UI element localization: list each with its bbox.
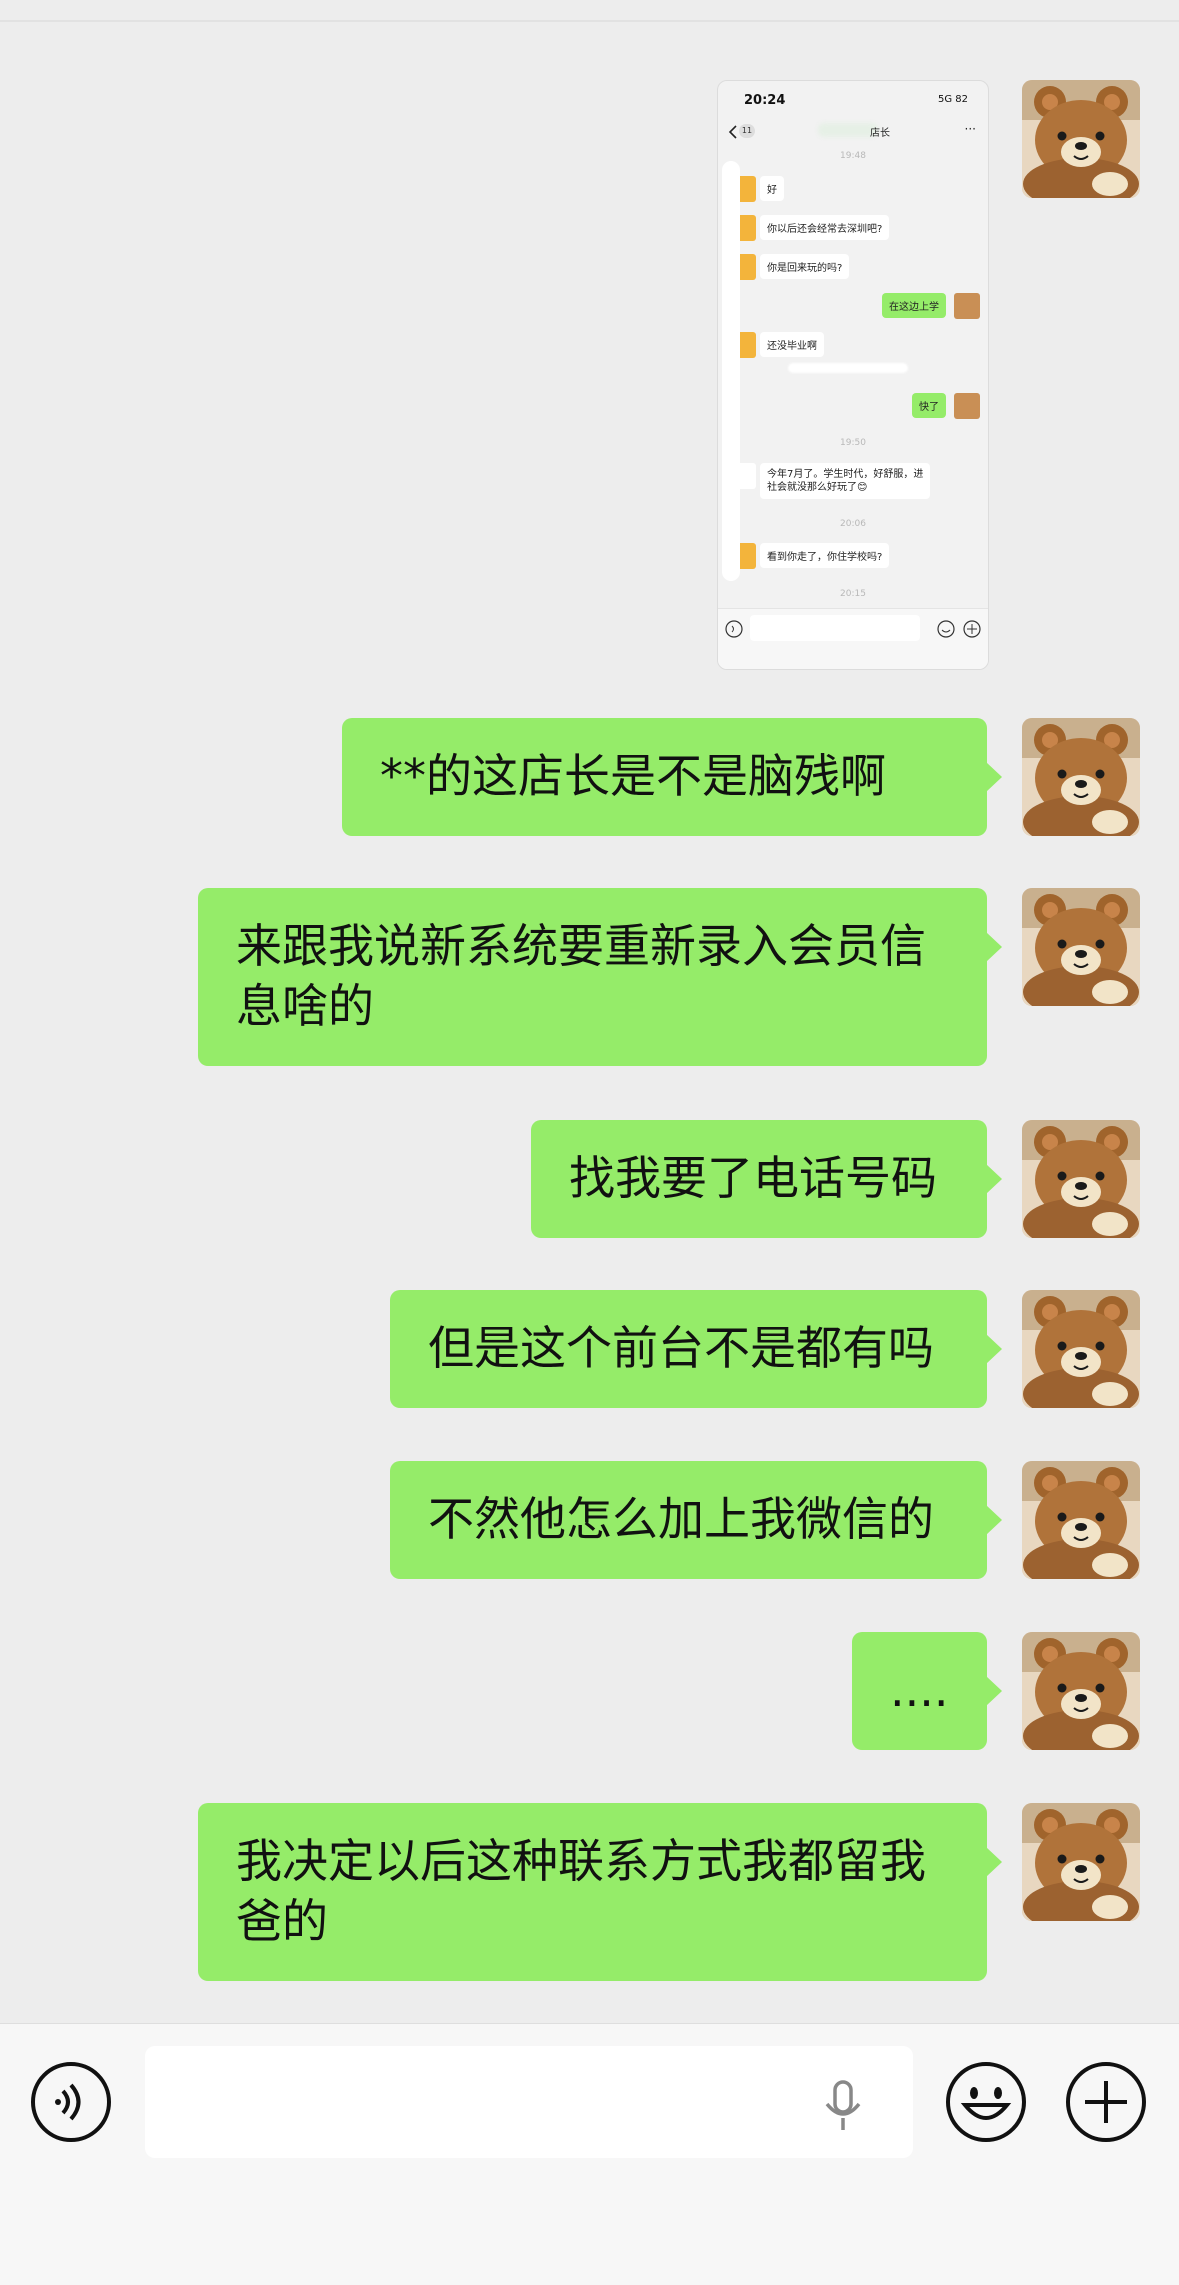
- teddy-bear-avatar-image: [1022, 80, 1140, 198]
- message-bubble[interactable]: ....: [852, 1632, 1002, 1750]
- message-bubble[interactable]: 找我要了电话号码: [531, 1120, 1002, 1238]
- redaction-scribble: [788, 363, 908, 373]
- message-bubble[interactable]: **的这店长是不是脑残啊: [342, 718, 1002, 836]
- inner-input-bar: [718, 608, 988, 669]
- inner-bubble-me: 快了: [912, 393, 946, 418]
- inner-plus-icon: [963, 620, 981, 638]
- teddy-bear-avatar-image: [1022, 718, 1140, 836]
- inner-bubble: 你以后还会经常去深圳吧?: [760, 215, 890, 240]
- inner-avatar-me: [954, 293, 980, 319]
- inner-status-signal: 5G 82: [937, 94, 968, 105]
- input-bar: [0, 2023, 1179, 2285]
- inner-bubble: 今年7月了。学生时代，好舒服，进 社会就没那么好玩了😊: [760, 463, 931, 499]
- inner-text-field: [750, 615, 920, 641]
- message-text: 不然他怎么加上我微信的: [428, 1492, 934, 1546]
- inner-bubble: 看到你走了，你住学校吗?: [760, 543, 890, 568]
- teddy-bear-avatar-image: [1022, 1461, 1140, 1579]
- teddy-bear-avatar-image: [1022, 1120, 1140, 1238]
- inner-bubble: 还没毕业啊: [760, 332, 824, 357]
- message-text: 我决定以后这种联系方式我都留我 爸的: [236, 1834, 926, 1948]
- redacted-name: [818, 123, 878, 137]
- message-text: **的这店长是不是脑残啊: [380, 749, 886, 803]
- message-input[interactable]: [145, 2046, 913, 2158]
- top-divider: [0, 0, 1179, 22]
- inner-avatar-me: [954, 393, 980, 419]
- message-bubble[interactable]: 但是这个前台不是都有吗: [390, 1290, 1002, 1408]
- plus-icon[interactable]: [1065, 2061, 1147, 2143]
- message-text: 但是这个前台不是都有吗: [428, 1321, 934, 1375]
- inner-status-time: 20:24: [744, 93, 786, 108]
- teddy-bear-avatar-image: [1022, 1803, 1140, 1921]
- avatar[interactable]: [1022, 1632, 1140, 1750]
- inner-more-icon: ···: [964, 122, 976, 136]
- teddy-bear-avatar-image: [1022, 1290, 1140, 1408]
- avatar[interactable]: [1022, 888, 1140, 1006]
- inner-unread-badge: 11: [739, 124, 755, 138]
- emoji-icon[interactable]: [945, 2061, 1027, 2143]
- message-bubble[interactable]: 不然他怎么加上我微信的: [390, 1461, 1002, 1579]
- avatar[interactable]: [1022, 1461, 1140, 1579]
- message-text: 找我要了电话号码: [569, 1151, 937, 1205]
- inner-timestamp: 19:48: [840, 151, 866, 161]
- inner-emoji-icon: [937, 620, 955, 638]
- microphone-icon[interactable]: [821, 2080, 865, 2134]
- inner-timestamp: 19:50: [840, 438, 866, 448]
- inner-bubble-me: 在这边上学: [882, 293, 946, 318]
- inner-bubble: 你是回来玩的吗?: [760, 254, 850, 279]
- teddy-bear-avatar-image: [1022, 888, 1140, 1006]
- inner-bubble: 好: [760, 176, 784, 201]
- voice-icon[interactable]: [30, 2061, 112, 2143]
- inner-voice-icon: [725, 620, 743, 638]
- avatar[interactable]: [1022, 1803, 1140, 1921]
- back-chevron-icon: [728, 125, 737, 139]
- avatar[interactable]: [1022, 1120, 1140, 1238]
- inner-nav-bar: 11 店长 ···: [718, 119, 988, 149]
- teddy-bear-avatar-image: [1022, 1632, 1140, 1750]
- message-text: ....: [890, 1663, 949, 1717]
- inner-timestamp: 20:06: [840, 519, 866, 529]
- avatar[interactable]: [1022, 718, 1140, 836]
- message-bubble[interactable]: 我决定以后这种联系方式我都留我 爸的: [198, 1803, 1002, 1981]
- inner-chat-title: 店长: [870, 128, 890, 139]
- message-text: 来跟我说新系统要重新录入会员信 息啥的: [236, 919, 926, 1033]
- avatar[interactable]: [1022, 1290, 1140, 1408]
- image-message[interactable]: 20:24 5G 82 11 店长 ··· 19:48 好 你以后还会经常去深圳…: [717, 80, 989, 670]
- avatar[interactable]: [1022, 80, 1140, 198]
- message-bubble[interactable]: 来跟我说新系统要重新录入会员信 息啥的: [198, 888, 1002, 1066]
- inner-timestamp: 20:15: [840, 589, 866, 599]
- redaction-stroke: [722, 161, 740, 581]
